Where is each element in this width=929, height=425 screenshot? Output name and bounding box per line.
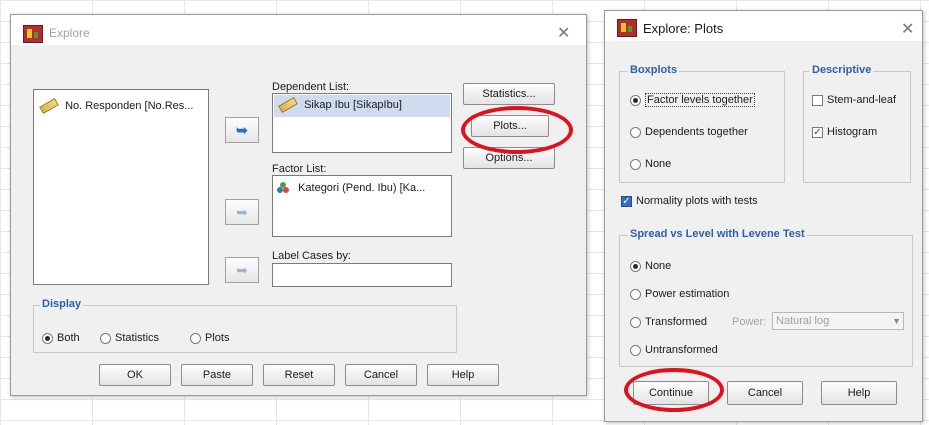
descriptive-group-title: Descriptive [810, 64, 874, 76]
spread-vs-level-title: Spread vs Level with Levene Test [628, 228, 807, 240]
source-variable-list[interactable]: No. Responden [No.Res... [33, 89, 209, 285]
reset-button[interactable]: Reset [263, 364, 335, 386]
plots-title: Explore: Plots [643, 21, 724, 36]
dependent-list-label: Dependent List: [272, 81, 350, 93]
scale-ruler-icon [278, 97, 298, 114]
list-item[interactable]: Kategori (Pend. Ibu) [Ka... [277, 182, 425, 194]
factor-listbox[interactable]: Kategori (Pend. Ibu) [Ka... [272, 175, 452, 237]
nominal-icon [277, 182, 291, 194]
radio-icon [630, 126, 641, 138]
checkbox-icon [812, 94, 823, 106]
move-to-label-button[interactable]: ➥ [225, 257, 259, 283]
radio-selected-icon [630, 94, 641, 106]
checkbox-checked-icon: ✓ [621, 195, 632, 207]
factor-levels-together-radio[interactable]: Factor levels together [630, 93, 755, 107]
radio-icon [630, 316, 641, 328]
radio-icon [630, 288, 641, 300]
help-button[interactable]: Help [821, 381, 897, 405]
spread-none-radio[interactable]: None [630, 260, 671, 272]
spread-vs-level-group: Spread vs Level with Levene Test None Po… [619, 228, 913, 367]
scale-ruler-icon [39, 98, 59, 115]
help-button[interactable]: Help [427, 364, 499, 386]
spss-app-icon [23, 25, 43, 43]
power-select[interactable]: Natural log ▼ [772, 312, 904, 330]
display-statistics-radio[interactable]: Statistics [100, 332, 159, 344]
label-cases-label: Label Cases by: [272, 250, 351, 262]
display-both-radio[interactable]: Both [42, 332, 80, 344]
label-cases-field[interactable] [272, 263, 452, 287]
radio-selected-icon [630, 260, 641, 272]
transformed-radio[interactable]: Transformed [630, 316, 707, 328]
chevron-down-icon: ▼ [892, 316, 901, 326]
plots-titlebar: Explore: Plots ✕ [605, 11, 922, 41]
radio-icon [100, 332, 111, 344]
explore-titlebar: Explore ✕ [11, 15, 586, 45]
list-item[interactable]: Sikap Ibu [SikapIbu] [278, 97, 402, 114]
dependents-together-radio[interactable]: Dependents together [630, 126, 748, 138]
cancel-button[interactable]: Cancel [727, 381, 803, 405]
close-icon[interactable]: ✕ [901, 19, 914, 39]
untransformed-radio[interactable]: Untransformed [630, 344, 718, 356]
explore-dialog: Explore ✕ No. Responden [No.Res... ➥ ➥ ➥… [10, 14, 587, 396]
power-label: Power: [732, 316, 767, 328]
histogram-checkbox[interactable]: ✓ Histogram [812, 126, 877, 138]
display-group-title: Display [40, 298, 84, 310]
paste-button[interactable]: Paste [181, 364, 253, 386]
stem-and-leaf-checkbox[interactable]: Stem-and-leaf [812, 94, 896, 106]
list-item[interactable]: No. Responden [No.Res... [39, 98, 193, 115]
plots-button[interactable]: Plots... [471, 115, 549, 137]
checkbox-checked-icon: ✓ [812, 126, 823, 138]
continue-button[interactable]: Continue [633, 381, 709, 405]
move-to-factor-button[interactable]: ➥ [225, 199, 259, 225]
power-estimation-radio[interactable]: Power estimation [630, 288, 729, 300]
ok-button[interactable]: OK [99, 364, 171, 386]
cancel-button[interactable]: Cancel [345, 364, 417, 386]
radio-icon [190, 332, 201, 344]
normality-plots-checkbox[interactable]: ✓ Normality plots with tests [621, 195, 758, 207]
radio-icon [630, 344, 641, 356]
display-plots-radio[interactable]: Plots [190, 332, 229, 344]
move-to-dependent-button[interactable]: ➥ [225, 117, 259, 143]
explore-plots-dialog: Explore: Plots ✕ Boxplots Factor levels … [604, 10, 923, 422]
display-group: Display Both Statistics Plots [33, 298, 457, 353]
boxplots-none-radio[interactable]: None [630, 158, 671, 170]
radio-selected-icon [42, 332, 53, 344]
boxplots-group-title: Boxplots [628, 64, 680, 76]
factor-list-label: Factor List: [272, 163, 327, 175]
statistics-button[interactable]: Statistics... [463, 83, 555, 105]
explore-title: Explore [49, 26, 90, 40]
radio-icon [630, 158, 641, 170]
spss-app-icon [617, 19, 637, 37]
boxplots-group: Boxplots Factor levels together Dependen… [619, 64, 785, 183]
options-button[interactable]: Options... [463, 147, 555, 169]
dependent-listbox[interactable]: Sikap Ibu [SikapIbu] [272, 93, 452, 153]
close-icon[interactable]: ✕ [557, 23, 570, 43]
descriptive-group: Descriptive Stem-and-leaf ✓ Histogram [803, 64, 911, 183]
